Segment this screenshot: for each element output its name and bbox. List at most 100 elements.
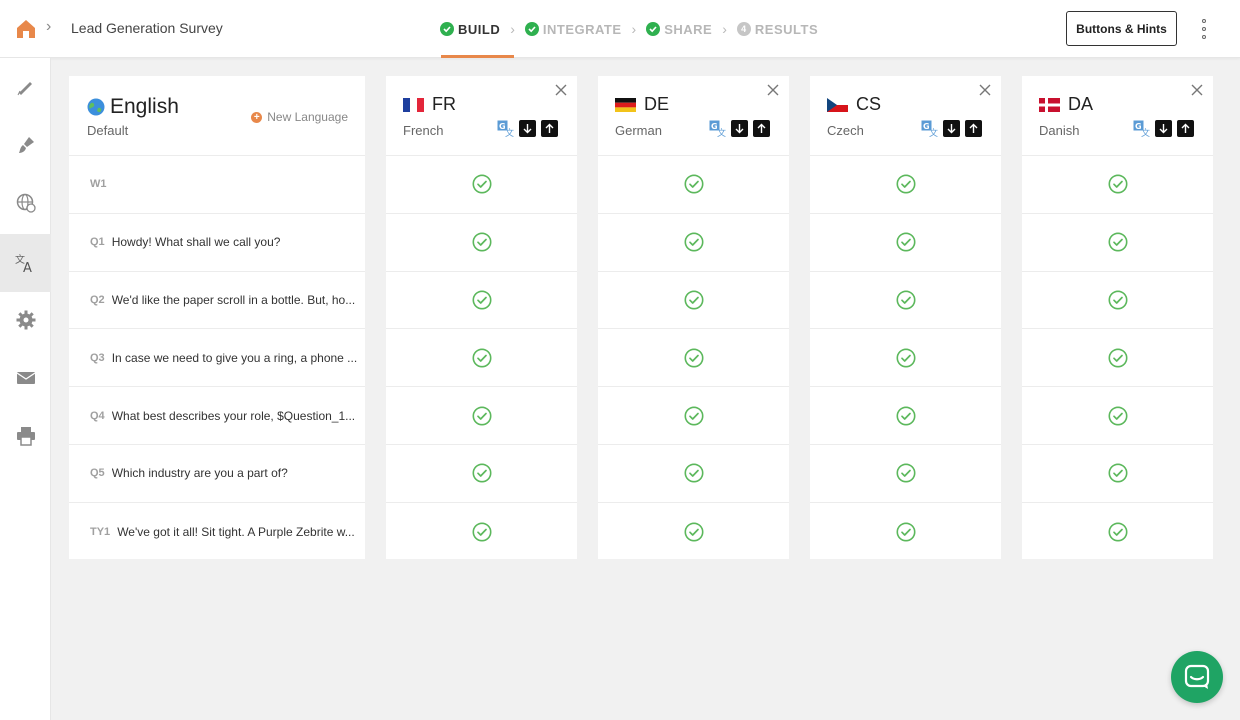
translation-status-cell[interactable] <box>598 329 789 388</box>
close-icon[interactable] <box>1191 84 1203 96</box>
question-row[interactable]: Q2 We'd like the paper scroll in a bottle… <box>69 272 365 330</box>
translation-status-cell[interactable] <box>386 329 577 388</box>
step-share[interactable]: SHARE <box>646 0 712 58</box>
svg-text:文: 文 <box>929 127 938 137</box>
download-icon[interactable] <box>519 120 536 137</box>
translation-status-cell[interactable] <box>598 272 789 330</box>
translation-status-cell[interactable] <box>810 387 1001 445</box>
close-icon[interactable] <box>979 84 991 96</box>
check-circle-icon <box>684 174 703 194</box>
translation-status-cell[interactable] <box>386 214 577 272</box>
upload-icon[interactable] <box>753 120 770 137</box>
close-icon[interactable] <box>767 84 779 96</box>
language-column-de: DE German G 文 <box>598 76 789 559</box>
auto-translate-icon[interactable]: G文 <box>709 120 726 137</box>
translation-status-cell[interactable] <box>1022 156 1213 214</box>
question-row[interactable]: Q4 What best describes your role, $Questi… <box>69 387 365 445</box>
language-column-cs: CS Czech G 文 <box>810 76 1001 559</box>
upload-icon[interactable] <box>965 120 982 137</box>
translation-status-cell[interactable] <box>810 445 1001 503</box>
check-circle-icon <box>1108 522 1127 542</box>
translation-status-cell[interactable] <box>598 156 789 214</box>
sidebar-item-edit[interactable] <box>0 58 51 116</box>
translation-status-cell[interactable] <box>1022 387 1213 445</box>
translation-status-cell[interactable] <box>386 156 577 214</box>
translation-status-cell[interactable] <box>386 387 577 445</box>
translation-status-cell[interactable] <box>810 272 1001 330</box>
translation-status-cell[interactable] <box>810 503 1001 561</box>
question-row[interactable]: Q5 Which industry are you a part of? <box>69 445 365 503</box>
translation-status-cell[interactable] <box>1022 272 1213 330</box>
step-build[interactable]: BUILD <box>440 0 515 58</box>
auto-translate-icon[interactable]: G文 <box>921 120 938 137</box>
auto-translate-icon[interactable]: G文 <box>497 120 514 137</box>
question-id: Q5 <box>90 467 105 480</box>
question-row[interactable]: W1 <box>69 156 365 214</box>
check-circle-icon <box>684 522 703 542</box>
globe-icon <box>16 193 36 213</box>
check-circle-icon <box>684 290 703 310</box>
check-circle-icon <box>1108 290 1127 310</box>
language-code-label: DE <box>644 94 670 114</box>
translation-status-cell[interactable] <box>810 329 1001 388</box>
translation-status-cell[interactable] <box>1022 503 1213 561</box>
check-circle-icon <box>896 463 915 483</box>
language-code-label: FR <box>432 94 456 114</box>
sidebar-item-languages[interactable] <box>0 174 51 232</box>
translation-status-cell[interactable] <box>1022 329 1213 388</box>
base-language-header: English Default + New Language <box>69 76 365 156</box>
sidebar-item-translate[interactable]: 文A <box>0 234 51 292</box>
sidebar-item-email[interactable] <box>0 349 51 407</box>
check-circle-icon <box>472 290 491 310</box>
download-icon[interactable] <box>1155 120 1172 137</box>
download-icon[interactable] <box>731 120 748 137</box>
language-column-fr: FR French G 文 <box>386 76 577 559</box>
step-integrate[interactable]: INTEGRATE <box>524 0 622 58</box>
language-name: Czech <box>827 123 864 138</box>
auto-translate-icon[interactable]: G文 <box>1133 120 1150 137</box>
translation-status-cell[interactable] <box>386 272 577 330</box>
translation-status-cell[interactable] <box>386 503 577 561</box>
download-icon[interactable] <box>943 120 960 137</box>
check-circle-icon <box>472 406 491 426</box>
upload-icon[interactable] <box>541 120 558 137</box>
question-row[interactable]: TY1 We've got it all! Sit tight. A Purple… <box>69 503 365 561</box>
question-row[interactable]: Q3 In case we need to give you a ring, a … <box>69 329 365 388</box>
translation-status-cell[interactable] <box>386 445 577 503</box>
language-code-label: CS <box>856 94 882 114</box>
new-language-button[interactable]: + New Language <box>251 110 348 124</box>
close-icon[interactable] <box>555 84 567 96</box>
translation-status-cell[interactable] <box>598 214 789 272</box>
translation-status-cell[interactable] <box>1022 445 1213 503</box>
upload-icon[interactable] <box>1177 120 1194 137</box>
survey-title[interactable]: Lead Generation Survey <box>71 20 223 36</box>
translation-status-cell[interactable] <box>810 214 1001 272</box>
base-language-name: English <box>110 95 179 118</box>
translation-status-cell[interactable] <box>810 156 1001 214</box>
translation-status-cell[interactable] <box>1022 214 1213 272</box>
translation-status-cell[interactable] <box>598 445 789 503</box>
step-results[interactable]: 4 RESULTS <box>736 0 818 58</box>
language-code: CS <box>827 94 881 115</box>
language-header: CS Czech G 文 <box>810 76 1001 156</box>
check-circle-icon <box>646 22 661 36</box>
sidebar-item-design[interactable] <box>0 116 51 174</box>
svg-text:文: 文 <box>1141 127 1150 137</box>
more-options-icon[interactable] <box>1198 19 1210 39</box>
language-code: FR <box>403 94 456 115</box>
language-name: Danish <box>1039 123 1080 138</box>
check-circle-icon <box>896 522 915 542</box>
check-circle-icon <box>684 348 703 368</box>
translation-status-cell[interactable] <box>598 503 789 561</box>
buttons-hints-button[interactable]: Buttons & Hints <box>1066 11 1177 46</box>
translation-status-cell[interactable] <box>598 387 789 445</box>
check-circle-icon <box>896 290 915 310</box>
pencil-icon <box>17 82 32 96</box>
base-language-title: English <box>87 95 179 119</box>
question-row[interactable]: Q1 Howdy! What shall we call you? <box>69 214 365 272</box>
chat-button[interactable] <box>1171 651 1223 703</box>
sidebar-item-settings[interactable] <box>0 291 51 349</box>
sidebar-item-print[interactable] <box>0 407 51 465</box>
home-icon[interactable] <box>14 17 38 41</box>
svg-text:文: 文 <box>717 127 726 137</box>
